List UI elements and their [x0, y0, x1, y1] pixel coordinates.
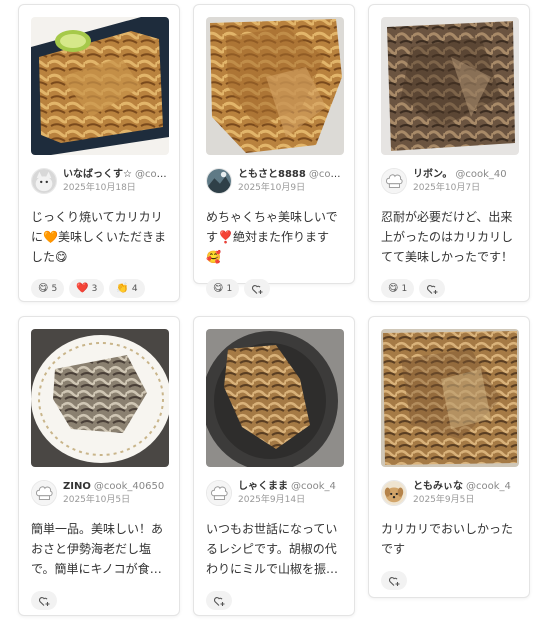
heart-plus-icon: [427, 284, 438, 294]
author-handle: @cook_40: [455, 168, 507, 180]
report-date: 2025年9月14日: [238, 494, 306, 505]
report-date: 2025年10月18日: [63, 182, 136, 193]
reaction-yummy-chip[interactable]: 😋 5: [31, 279, 65, 298]
report-date: 2025年10月5日: [63, 494, 131, 505]
report-card[interactable]: ZINO @cook_40650 2025年10月5日 簡単一品。美味しい！あおさ…: [18, 316, 180, 616]
reaction-clap-chip[interactable]: 👏 4: [109, 279, 145, 298]
report-date: 2025年9月5日: [413, 494, 475, 505]
fried-mushroom-photo[interactable]: [206, 17, 344, 155]
report-date: 2025年10月9日: [238, 182, 306, 193]
grilled-fish-plate-photo[interactable]: [31, 17, 169, 155]
reaction-yummy-chip[interactable]: 😋 1: [381, 279, 415, 298]
reaction-bar: 😋 5 ❤️ 3 👏 4: [31, 279, 167, 298]
author-handle: @cook_4: [466, 480, 511, 492]
landscape-avatar-icon[interactable]: [206, 168, 232, 194]
reaction-heart-chip[interactable]: ❤️ 3: [69, 279, 105, 298]
reaction-bar: [31, 591, 167, 610]
report-card[interactable]: リボン。 @cook_40 2025年10月7日 忍耐が必要だけど、出来上がったの…: [368, 4, 530, 302]
report-comment: 簡単一品。美味しい！あおさと伊勢海老だし塩で。簡単にキノコが食べられるのは良いで…: [31, 522, 164, 576]
mushroom-white-plate-photo[interactable]: [31, 329, 169, 467]
author-name[interactable]: しゃくまま: [238, 481, 288, 492]
report-date: 2025年10月7日: [413, 182, 481, 193]
reaction-bar: 😋 1: [381, 279, 517, 298]
reaction-bar: [206, 591, 342, 610]
heart-plus-icon: [38, 596, 50, 606]
add-reaction-button[interactable]: [381, 571, 407, 590]
cat-avatar-icon[interactable]: [31, 168, 57, 194]
heart-plus-icon: [388, 576, 400, 586]
reaction-yummy-chip[interactable]: 😋 1: [206, 279, 240, 298]
mushroom-tray-photo[interactable]: [381, 329, 519, 467]
author-name[interactable]: リボン。: [413, 169, 452, 180]
author-name[interactable]: ともみぃな: [413, 481, 463, 492]
report-card[interactable]: いなばっくす☆@cook_ 2025年10月18日 じっくり焼いてカリカリに🧡美…: [18, 4, 180, 302]
report-comment: じっくり焼いてカリカリに🧡美味しくいただきました😋: [31, 210, 166, 264]
heart-plus-icon: [213, 596, 225, 606]
tsukurepo-grid: いなばっくす☆@cook_ 2025年10月18日 じっくり焼いてカリカリに🧡美…: [0, 0, 560, 624]
dog-avatar-icon[interactable]: [381, 480, 407, 506]
report-card[interactable]: ともさと8888@cook_ 2025年10月9日 めちゃくちゃ美味しいです❣️…: [193, 4, 355, 298]
author-handle: @cook_: [308, 168, 342, 180]
report-comment: 忍耐が必要だけど、出来上がったのはカリカリしてて美味しかったです！: [381, 210, 514, 264]
chef-hat-icon[interactable]: [381, 168, 407, 194]
add-reaction-button[interactable]: [244, 279, 271, 298]
mushroom-dark-plate-photo[interactable]: [206, 329, 344, 467]
heart-plus-icon: [252, 284, 263, 294]
author-name[interactable]: ともさと8888: [238, 169, 306, 180]
reaction-bar: 😋 1: [206, 279, 342, 298]
report-card[interactable]: ともみぃな @cook_4 2025年9月5日 カリカリでおいしかったです: [368, 316, 530, 598]
author-handle: @cook_40650: [93, 480, 165, 492]
author-handle: @cook_: [134, 168, 167, 180]
add-reaction-button[interactable]: [31, 591, 57, 610]
reaction-bar: [381, 571, 517, 590]
report-comment: めちゃくちゃ美味しいです❣️絶対また作ります🥰: [206, 210, 338, 264]
report-comment: カリカリでおいしかったです: [381, 522, 514, 556]
author-handle: @cook_4: [291, 480, 336, 492]
report-comment: いつもお世話になっているレシピです。胡椒の代わりにミルで山椒を振りました: [206, 522, 339, 576]
report-card[interactable]: しゃくまま @cook_4 2025年9月14日 いつもお世話になっているレシピで…: [193, 316, 355, 616]
chef-hat-icon[interactable]: [31, 480, 57, 506]
add-reaction-button[interactable]: [419, 279, 446, 298]
add-reaction-button[interactable]: [206, 591, 232, 610]
author-name[interactable]: いなばっくす☆: [63, 169, 132, 180]
chef-hat-icon[interactable]: [206, 480, 232, 506]
author-name[interactable]: ZINO: [63, 481, 91, 492]
dark-mushroom-photo[interactable]: [381, 17, 519, 155]
